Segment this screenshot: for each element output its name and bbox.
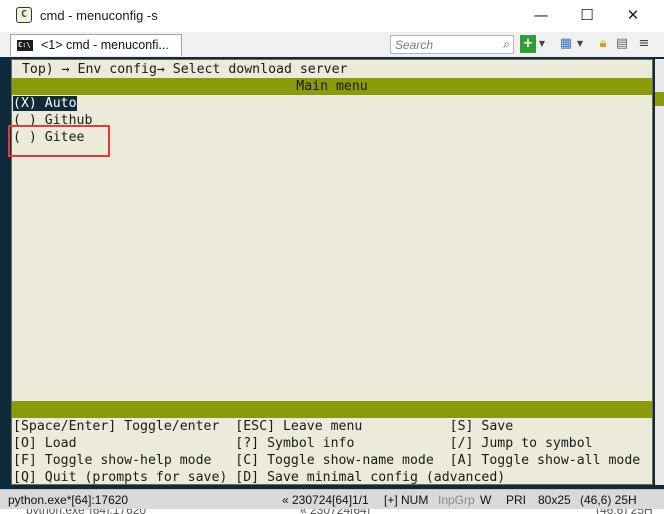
- status-w: W: [480, 493, 492, 507]
- view-icon[interactable]: ▦: [558, 35, 574, 53]
- status-mode: [+] NUM: [384, 493, 429, 507]
- help-line-2: [O] Load [?] Symbol info [/] Jump to sym…: [13, 436, 593, 451]
- status-cursor: (46,6) 25H: [580, 493, 637, 507]
- search-input[interactable]: Search ⌕: [390, 35, 514, 54]
- search-placeholder: Search: [395, 38, 434, 52]
- conemu-icon[interactable]: C: [16, 7, 32, 23]
- status-process[interactable]: python.exe*[64]:17620: [8, 493, 128, 507]
- ghost-build: « 230724[64]: [300, 509, 370, 514]
- title-bar: C cmd - menuconfig -s — ☐ ✕: [0, 0, 664, 32]
- ghost-process: python.exe*[64]:17620: [26, 509, 146, 514]
- help-line-1: [Space/Enter] Toggle/enter [ESC] Leave m…: [13, 419, 514, 434]
- option-auto[interactable]: (X) Auto: [13, 95, 77, 112]
- scrollbar-thumb[interactable]: [655, 92, 664, 106]
- menu-icon[interactable]: ≡: [636, 35, 652, 53]
- close-button[interactable]: ✕: [610, 0, 656, 32]
- lock-icon[interactable]: 🔒︎: [596, 35, 610, 53]
- menu-header: Main menu: [12, 78, 652, 95]
- status-size: 80x25: [538, 493, 571, 507]
- tab-console-1[interactable]: C:\ <1> cmd - menuconfi...: [10, 34, 182, 56]
- menu-title: Main menu: [296, 79, 368, 94]
- console-screen[interactable]: Top) → Env config→ Select download serve…: [11, 59, 653, 485]
- search-icon[interactable]: ⌕: [503, 37, 510, 52]
- tab-toolbar: C:\ <1> cmd - menuconfi... Search ⌕ + ▼ …: [0, 32, 664, 57]
- ghost-cursor: (46,6) 25H: [596, 509, 653, 514]
- help-line-4: [Q] Quit (prompts for save) [D] Save min…: [13, 470, 506, 485]
- option-mark: (X): [13, 96, 37, 111]
- console-icon: C:\: [17, 40, 33, 51]
- status-bar: python.exe*[64]:17620 « 230724[64] 1/1 […: [0, 489, 664, 510]
- status-inpgrp: InpGrp: [438, 493, 475, 507]
- annotation-highlight-box: [8, 125, 110, 157]
- settings-icon[interactable]: ▤: [614, 35, 630, 53]
- status-pages: 1/1: [352, 493, 369, 507]
- menu-footer-bar: [12, 401, 652, 418]
- tab-label: <1> cmd - menuconfi...: [41, 38, 169, 52]
- background-window-strip: python.exe*[64]:17620 « 230724[64] (46,6…: [0, 509, 664, 514]
- vertical-scrollbar[interactable]: [655, 59, 664, 485]
- maximize-button[interactable]: ☐: [564, 0, 610, 32]
- window-title: cmd - menuconfig -s: [40, 8, 158, 23]
- status-pri: PRI: [506, 493, 527, 507]
- breadcrumb: Top) → Env config→ Select download serve…: [14, 62, 348, 77]
- option-label: Auto: [44, 96, 77, 111]
- status-build: « 230724[64]: [282, 493, 353, 507]
- help-line-3: [F] Toggle show-help mode [C] Toggle sho…: [13, 453, 641, 468]
- new-console-icon[interactable]: +: [520, 35, 536, 53]
- chevron-down-icon[interactable]: ▼: [538, 35, 546, 53]
- minimize-button[interactable]: —: [518, 0, 564, 32]
- chevron-down-icon[interactable]: ▼: [576, 35, 584, 53]
